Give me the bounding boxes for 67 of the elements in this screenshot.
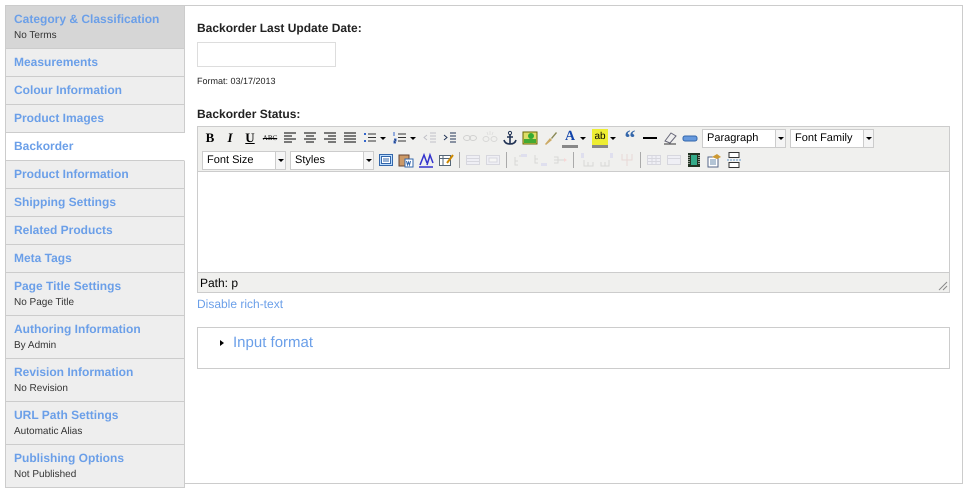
- split-icon: [646, 152, 662, 168]
- toolbar-button[interactable]: B: [200, 128, 220, 148]
- table-cell-icon: [485, 152, 501, 168]
- toolbar-button[interactable]: [416, 150, 436, 170]
- tab-summary: No Terms: [14, 29, 57, 42]
- tab-summary: No Page Title: [14, 296, 74, 309]
- tab-summary: No Revision: [14, 382, 68, 395]
- toolbar-button[interactable]: “: [620, 128, 640, 148]
- template-icon: [706, 152, 722, 168]
- toolbar-button[interactable]: [724, 150, 744, 170]
- merge-icon: [666, 152, 682, 168]
- tab-title: Product Information: [14, 167, 129, 182]
- vertical-tab[interactable]: Revision Information No Revision: [5, 359, 185, 402]
- tab-title: Measurements: [14, 55, 98, 70]
- caret-icon: [278, 158, 284, 162]
- vertical-tab[interactable]: URL Path Settings Automatic Alias: [5, 402, 185, 445]
- caret-icon: [366, 158, 372, 162]
- caret-icon[interactable]: [380, 136, 386, 140]
- resize-grip-icon[interactable]: [938, 281, 948, 291]
- toolbar-button[interactable]: A: [560, 128, 590, 148]
- tab-summary: Automatic Alias: [14, 425, 82, 438]
- vertical-tab[interactable]: Authoring Information By Admin: [5, 316, 185, 359]
- vertical-tab[interactable]: Category & Classification No Terms: [5, 5, 185, 49]
- tab-title: Category & Classification: [14, 12, 160, 27]
- vertical-tab[interactable]: Page Title Settings No Page Title: [5, 273, 185, 316]
- caret-icon: [778, 136, 784, 140]
- tab-title: URL Path Settings: [14, 408, 118, 423]
- rule-icon: [642, 137, 658, 139]
- tab-title: Publishing Options: [14, 451, 124, 466]
- tab-title: Product Images: [14, 111, 104, 126]
- dropdown[interactable]: Font Family: [790, 128, 874, 148]
- table-row-icon: [465, 152, 481, 168]
- caret-icon[interactable]: [410, 136, 416, 140]
- tab-title: Page Title Settings: [14, 279, 122, 294]
- tab-title: Authoring Information: [14, 322, 141, 337]
- edit-table-icon: [438, 152, 454, 168]
- element-path: Path: p: [200, 276, 238, 290]
- window-icon: [378, 152, 394, 168]
- field-label: Backorder Status:: [197, 107, 300, 121]
- eraser-icon: [662, 130, 678, 146]
- tab-title: Revision Information: [14, 365, 134, 380]
- field-label: Backorder Last Update Date:: [197, 21, 362, 35]
- date-field[interactable]: [197, 42, 336, 67]
- vertical-tab[interactable]: Publishing Options Not Published: [5, 445, 185, 488]
- caret-icon: [866, 136, 872, 140]
- toolbar-button[interactable]: I: [220, 128, 240, 148]
- brush-icon: [542, 130, 558, 146]
- tab-title: Colour Information: [14, 83, 122, 98]
- caret-icon[interactable]: [610, 136, 616, 140]
- field-description: Format: 03/17/2013: [197, 76, 276, 86]
- dropdown[interactable]: Font Size: [202, 150, 286, 170]
- tab-title: Meta Tags: [14, 251, 72, 266]
- tab-summary: Not Published: [14, 468, 76, 481]
- image-icon: [522, 130, 538, 146]
- tab-title: Related Products: [14, 223, 113, 238]
- dropdown[interactable]: Paragraph: [702, 128, 786, 148]
- toolbar-button[interactable]: U: [240, 128, 260, 148]
- anchor-icon: [502, 130, 518, 146]
- tab-summary: By Admin: [14, 339, 56, 352]
- tab-title: Backorder: [14, 139, 74, 154]
- caret-icon[interactable]: [580, 136, 586, 140]
- tab-title: Shipping Settings: [14, 195, 116, 210]
- number-list-icon: [392, 130, 408, 146]
- paste-icon: [398, 152, 414, 168]
- dropdown[interactable]: Styles: [290, 150, 374, 170]
- film-icon: [686, 152, 702, 168]
- page-break-icon: [726, 152, 742, 168]
